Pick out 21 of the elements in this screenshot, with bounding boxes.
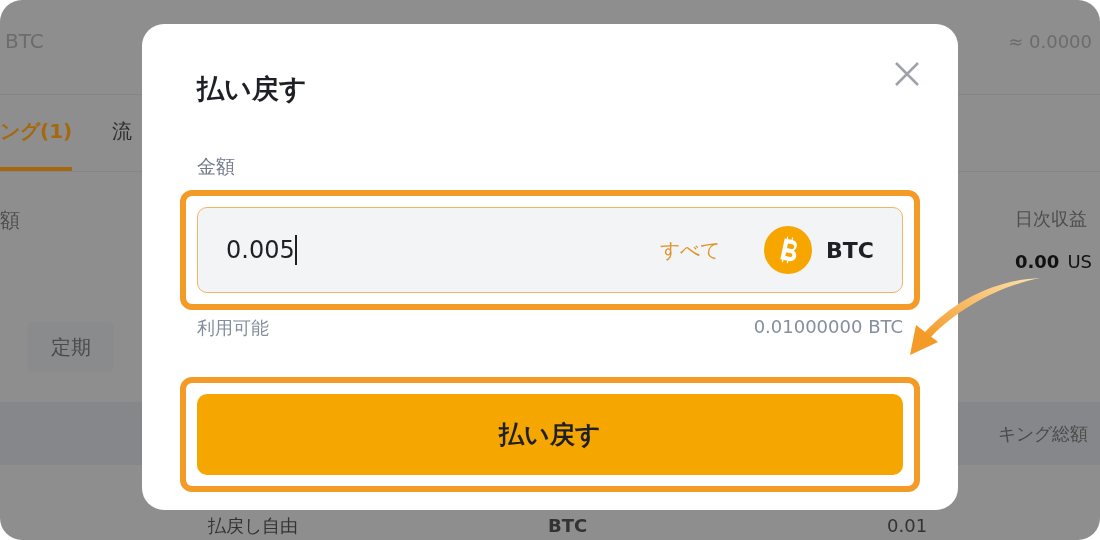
available-amount: 0.01000000 BTC: [753, 316, 903, 339]
stat-value: 0.00: [1014, 251, 1060, 272]
tab[interactable]: 流: [112, 95, 133, 171]
bitcoin-icon: [764, 226, 813, 274]
table-cell-text: 0.01: [887, 516, 929, 536]
table-cell-text: BTC: [548, 516, 589, 536]
stat-unit: US: [1067, 251, 1092, 272]
close-button[interactable]: [894, 61, 920, 87]
table-cell-text: 払戻し自由: [208, 516, 299, 536]
amount-field[interactable]: 0.005 すべて BTC: [197, 207, 903, 293]
amount-value: 0.005: [226, 235, 298, 265]
field-label: 金額: [197, 154, 236, 179]
available-label: 利用可能: [197, 316, 269, 340]
currency-label: BTC: [826, 237, 874, 263]
submit-button[interactable]: 払い戻す: [197, 394, 903, 475]
max-link[interactable]: すべて: [660, 236, 721, 264]
dialog-title: 払い戻す: [197, 72, 307, 106]
filter-button[interactable]: 定期: [27, 322, 114, 372]
stat-label: 日次収益: [1014, 207, 1088, 231]
field-label: 額: [0, 207, 20, 234]
column-header: キング総額: [998, 421, 1089, 446]
